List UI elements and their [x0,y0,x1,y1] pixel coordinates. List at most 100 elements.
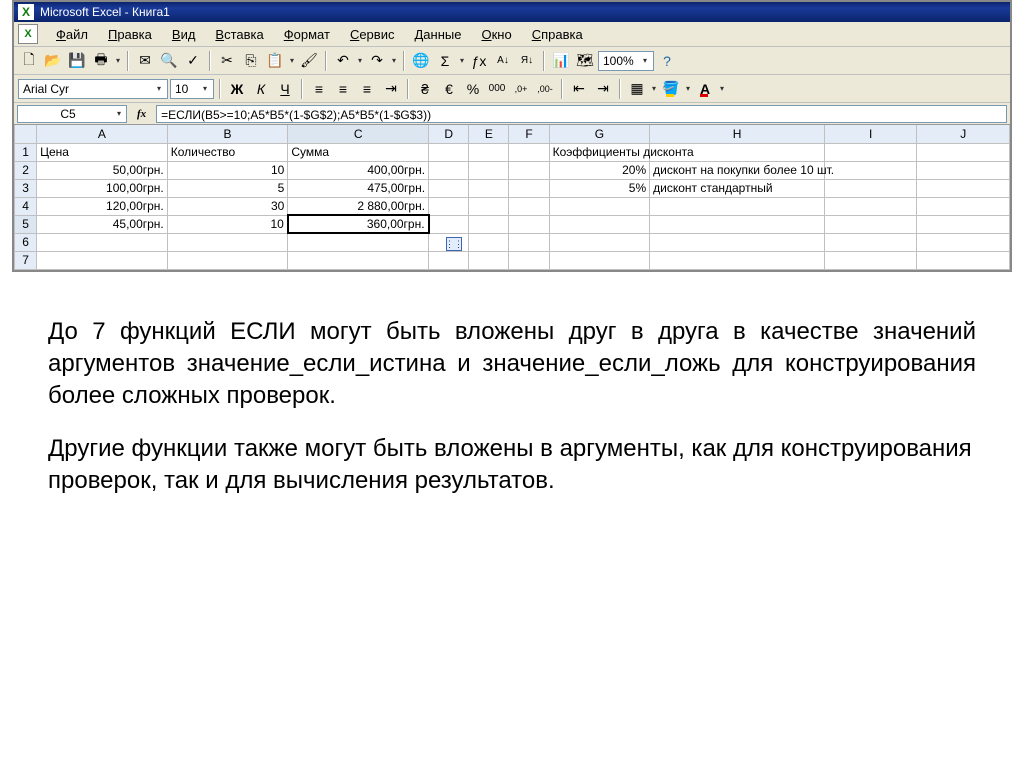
cell-C5[interactable]: 360,00грн. [288,215,429,233]
undo-dropdown-icon[interactable]: ▾ [356,56,364,65]
menu-сервис[interactable]: Сервис [340,24,405,45]
cell-I6[interactable] [825,233,917,251]
cell-I2[interactable] [825,161,917,179]
row-header-7[interactable]: 7 [15,251,37,269]
map-icon[interactable]: 🗺 [574,50,596,72]
chart-icon[interactable]: 📊 [550,50,572,72]
cut-icon[interactable]: ✂ [216,50,238,72]
menu-справка[interactable]: Справка [522,24,593,45]
function-icon[interactable]: ƒх [468,50,490,72]
cell-D2[interactable] [429,161,469,179]
borders-icon[interactable]: ▦ [626,78,648,100]
font-color-icon[interactable]: А [694,78,716,100]
open-icon[interactable]: 📂 [42,50,64,72]
font-size-dropdown-icon[interactable]: ▾ [201,84,209,93]
cell-I5[interactable] [825,215,917,233]
paste-dropdown-icon[interactable]: ▾ [288,56,296,65]
cell-H3[interactable]: дисконт стандартный [650,179,825,197]
cell-D5[interactable] [429,215,469,233]
cell-D3[interactable] [429,179,469,197]
fx-icon[interactable]: fx [137,108,146,120]
cell-I7[interactable] [825,251,917,269]
print-icon[interactable]: 🖶 [90,50,112,72]
cell-C6[interactable] [288,233,429,251]
underline-icon[interactable]: Ч [274,78,296,100]
cell-C3[interactable]: 475,00грн. [288,179,429,197]
cell-A2[interactable]: 50,00грн. [37,161,168,179]
col-header-D[interactable]: D [429,125,469,143]
cell-I3[interactable] [825,179,917,197]
cell-A1[interactable]: Цена [37,143,168,161]
font-name-dropdown-icon[interactable]: ▾ [155,84,163,93]
format-painter-icon[interactable]: 🖌 [298,50,320,72]
bold-icon[interactable]: Ж [226,78,248,100]
cell-F5[interactable] [509,215,549,233]
cell-H7[interactable] [650,251,825,269]
cell-F7[interactable] [509,251,549,269]
cell-C7[interactable] [288,251,429,269]
cell-G7[interactable] [549,251,650,269]
align-left-icon[interactable]: ≡ [308,78,330,100]
cell-J4[interactable] [917,197,1010,215]
cell-G5[interactable] [549,215,650,233]
cell-F2[interactable] [509,161,549,179]
cell-J6[interactable] [917,233,1010,251]
fill-color-dropdown-icon[interactable]: ▾ [684,84,692,93]
col-header-I[interactable]: I [825,125,917,143]
merge-center-icon[interactable]: ⇥ [380,78,402,100]
comma-icon[interactable]: 000 [486,78,508,100]
document-icon[interactable]: X [18,24,38,44]
cell-A5[interactable]: 45,00грн. [37,215,168,233]
col-header-J[interactable]: J [917,125,1010,143]
row-header-1[interactable]: 1 [15,143,37,161]
formula-input[interactable]: =ЕСЛИ(B5>=10;A5*B5*(1-$G$2);A5*B5*(1-$G$… [156,105,1007,123]
cell-F3[interactable] [509,179,549,197]
cell-E7[interactable] [469,251,509,269]
cell-G4[interactable] [549,197,650,215]
smart-tag-icon[interactable]: ⋮⋮ [446,237,462,251]
menu-окно[interactable]: Окно [471,24,521,45]
menu-формат[interactable]: Формат [274,24,340,45]
cell-F6[interactable] [509,233,549,251]
cell-A6[interactable] [37,233,168,251]
autosum-dropdown-icon[interactable]: ▾ [458,56,466,65]
col-header-F[interactable]: F [509,125,549,143]
cell-G2[interactable]: 20% [549,161,650,179]
print-dropdown-icon[interactable]: ▾ [114,56,122,65]
name-box-dropdown-icon[interactable]: ▾ [115,105,123,123]
cell-B6[interactable] [167,233,288,251]
menu-файл[interactable]: Файл [46,24,98,45]
help-icon[interactable]: ? [656,50,678,72]
sort-asc-icon[interactable]: А↓ [492,50,514,72]
cell-B3[interactable]: 5 [167,179,288,197]
cell-B2[interactable]: 10 [167,161,288,179]
sort-desc-icon[interactable]: Я↓ [516,50,538,72]
cell-J3[interactable] [917,179,1010,197]
col-header-B[interactable]: B [167,125,288,143]
italic-icon[interactable]: К [250,78,272,100]
cell-J2[interactable] [917,161,1010,179]
menu-вставка[interactable]: Вставка [205,24,273,45]
copy-icon[interactable]: ⎘ [240,50,262,72]
cell-E2[interactable] [469,161,509,179]
cell-I4[interactable] [825,197,917,215]
cell-E4[interactable] [469,197,509,215]
increase-decimal-icon[interactable]: ,0+ [510,78,532,100]
decrease-decimal-icon[interactable]: ,00- [534,78,556,100]
font-color-dropdown-icon[interactable]: ▾ [718,84,726,93]
increase-indent-icon[interactable]: ⇥ [592,78,614,100]
align-right-icon[interactable]: ≡ [356,78,378,100]
cell-D1[interactable] [429,143,469,161]
col-header-G[interactable]: G [549,125,650,143]
cell-D4[interactable] [429,197,469,215]
cell-E3[interactable] [469,179,509,197]
font-name-select[interactable]: Arial Cyr ▾ [18,79,168,99]
cell-H6[interactable] [650,233,825,251]
cell-E6[interactable] [469,233,509,251]
hyperlink-icon[interactable]: 🌐 [410,50,432,72]
cell-I1[interactable] [825,143,917,161]
save-icon[interactable]: 💾 [66,50,88,72]
select-all-corner[interactable] [15,125,37,143]
col-header-E[interactable]: E [469,125,509,143]
zoom-dropdown-icon[interactable]: ▾ [641,56,649,65]
